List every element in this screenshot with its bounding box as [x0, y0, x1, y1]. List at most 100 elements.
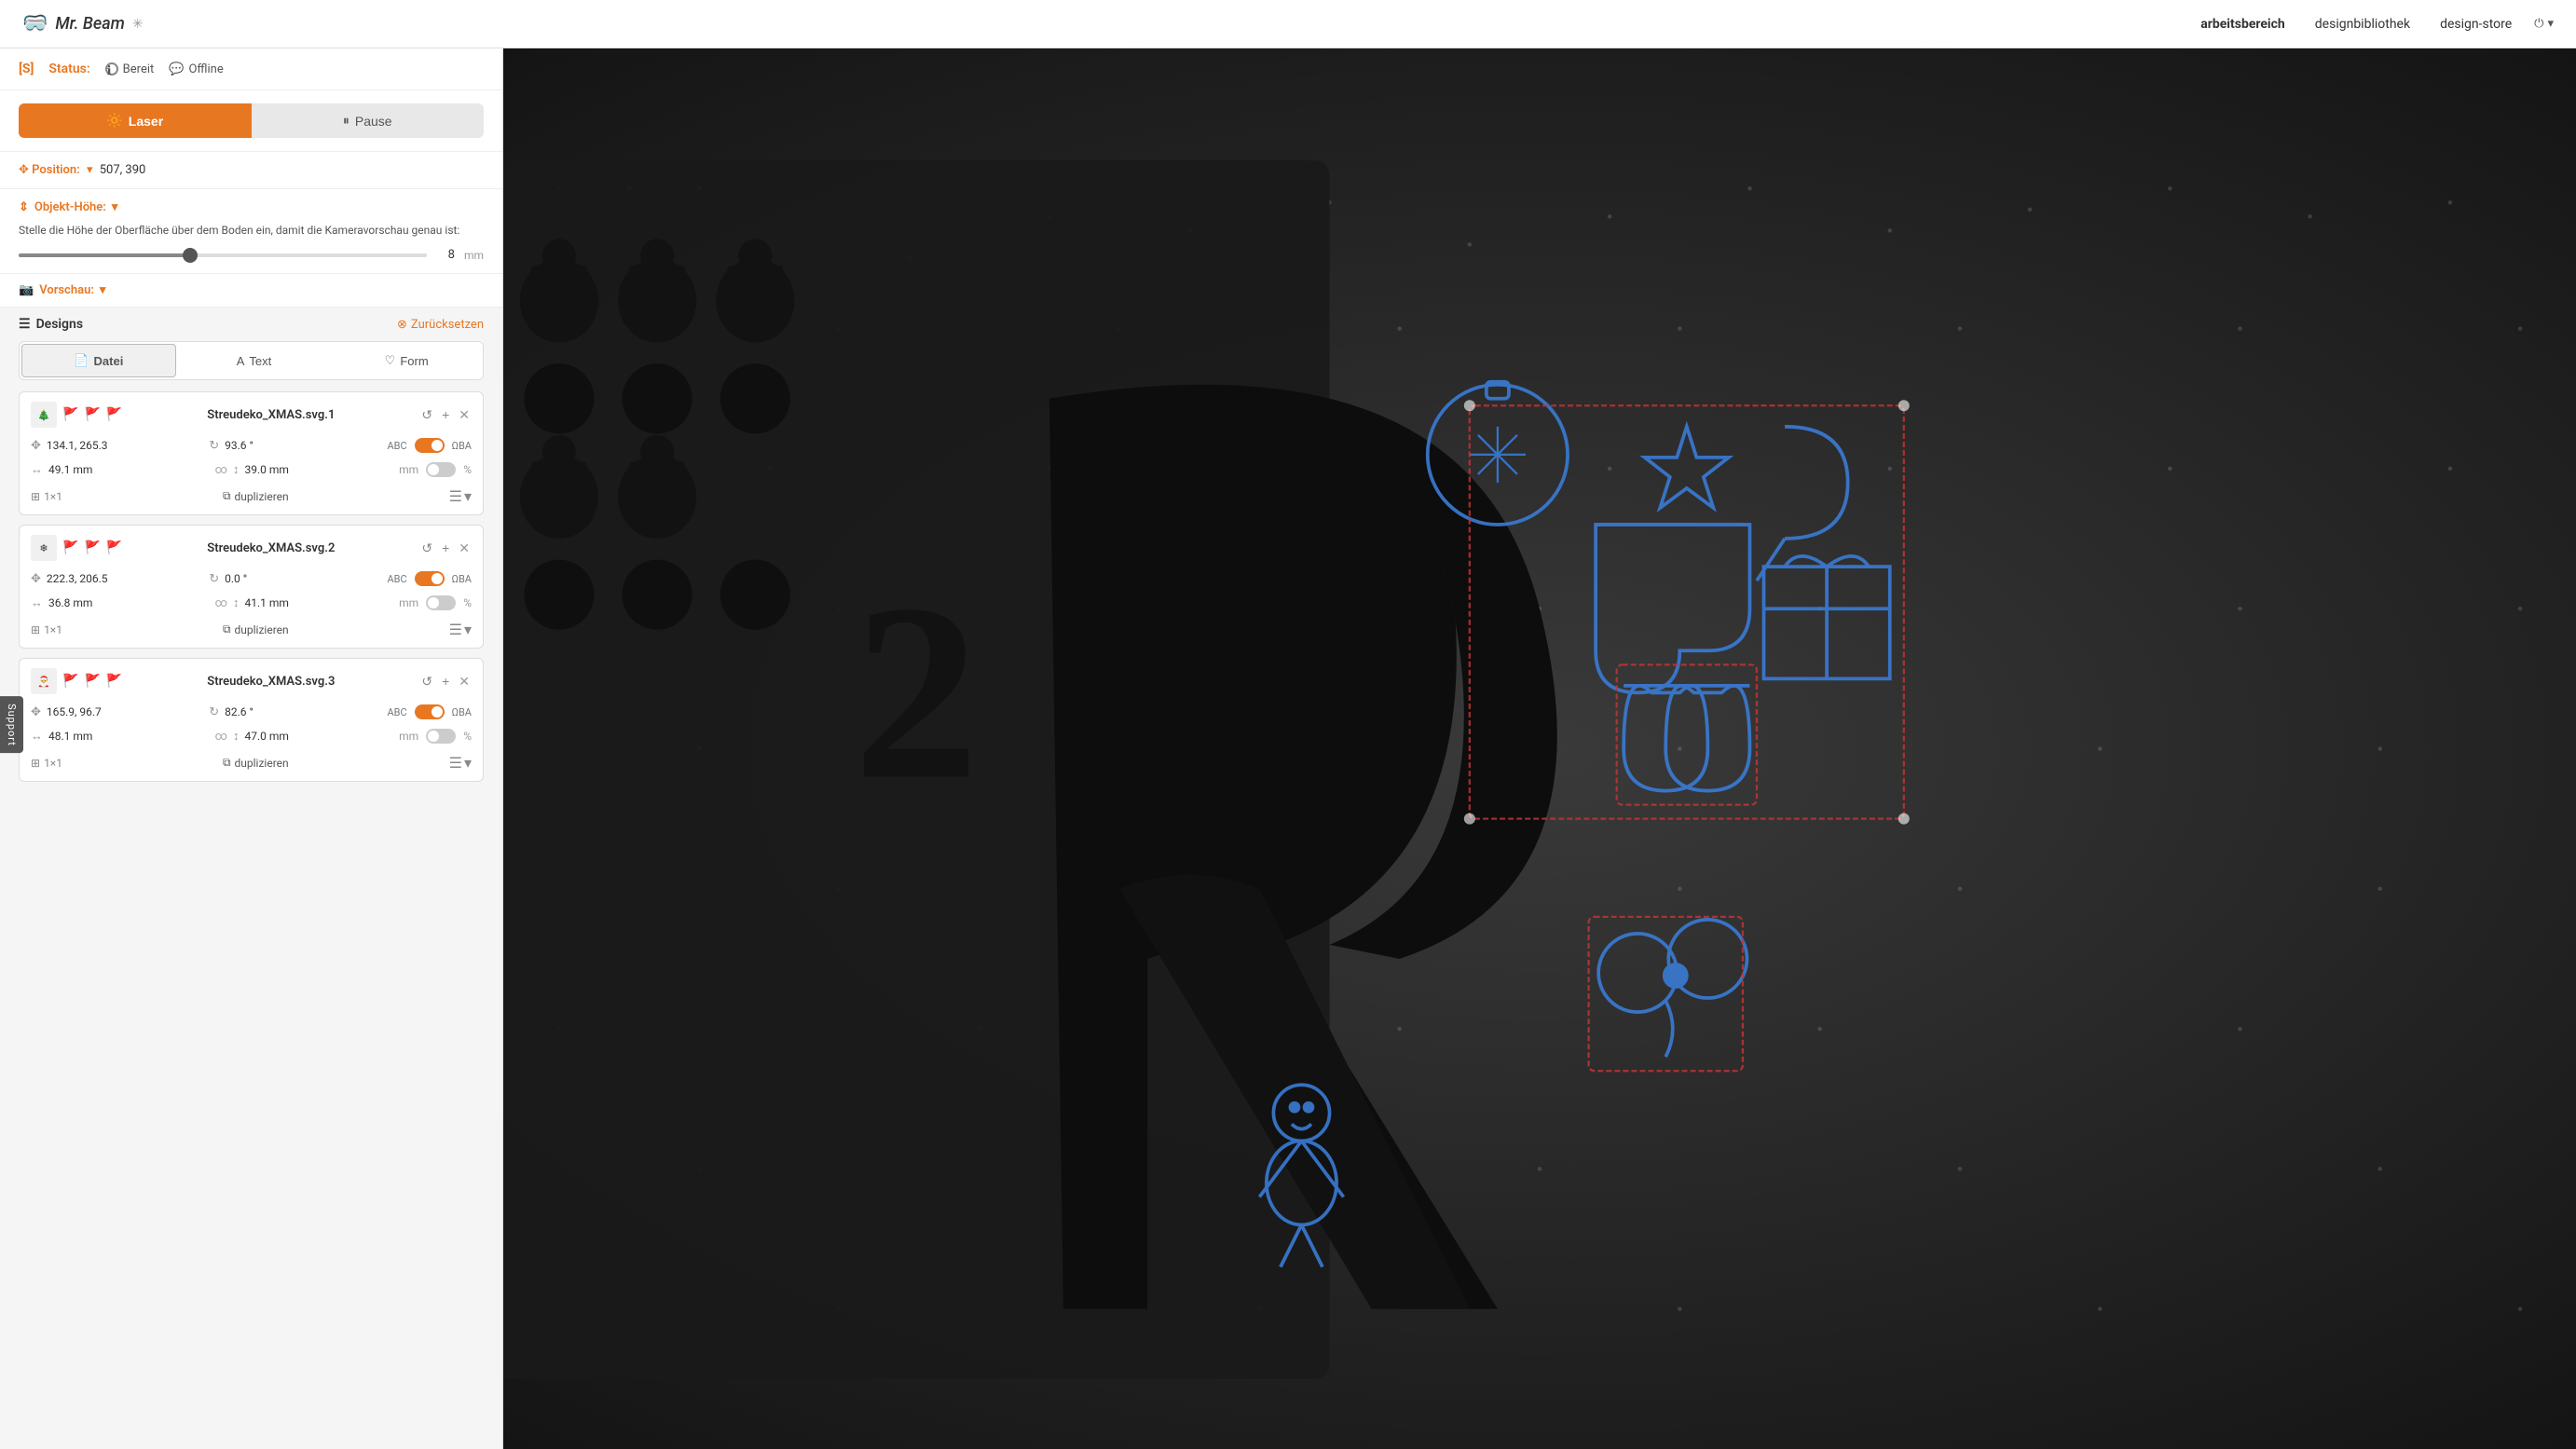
text-icon: A [237, 354, 245, 368]
form-icon: ♡ [385, 353, 396, 368]
datei-icon: 📄 [74, 353, 89, 368]
design-2-flag-3: 🚩 [106, 540, 122, 555]
height-slider-row: 8 mm [19, 248, 484, 262]
design-1-footer: ⊞ 1×1 ⧉ duplizieren ☰ ▾ [31, 487, 472, 505]
design-1-oba-toggle[interactable] [426, 462, 456, 477]
design-2-dup-label: duplizieren [235, 623, 289, 636]
design-3-menu-icon: ☰ [449, 754, 462, 772]
design-2-add-button[interactable]: + [440, 539, 451, 557]
position-chevron[interactable]: ▾ [87, 163, 93, 177]
design-3-grid-val: 1×1 [44, 757, 62, 770]
design-3-menu-chevron: ▾ [464, 754, 472, 772]
position-section: ✥ Position: ▾ 507, 390 [0, 152, 502, 189]
power-button[interactable]: ⏻ ▾ [2534, 17, 2554, 31]
design-2-left-icons: ❄ 🚩 🚩 🚩 [31, 535, 122, 561]
design-1-undo-button[interactable]: ↺ [419, 405, 434, 425]
design-1-rot-group: ↻ 93.6 ° [209, 439, 379, 453]
datei-label: Datei [94, 354, 124, 368]
design-1-props: ✥ 134.1, 265.3 ↻ 93.6 ° ABC ΩBA ↔ [31, 435, 472, 480]
design-1-pos-icon: ✥ [31, 439, 41, 453]
design-3-duplicate-button[interactable]: ⧉ duplizieren [223, 756, 289, 770]
design-1-flag-3: 🚩 [106, 407, 122, 422]
design-2-menu-chevron: ▾ [464, 621, 472, 638]
height-slider[interactable] [19, 253, 427, 257]
design-3-close-button[interactable]: ✕ [457, 672, 472, 691]
design-2-rot-group: ↻ 0.0 ° [209, 572, 379, 586]
design-1-thumb: 🎄 [31, 402, 57, 428]
design-2-footer: ⊞ 1×1 ⧉ duplizieren ☰ ▾ [31, 621, 472, 638]
design-1-abc-toggle[interactable] [415, 438, 445, 453]
zurucksetzen-button[interactable]: ⊗ Zurücksetzen [397, 318, 484, 332]
tab-datei[interactable]: 📄 Datei [21, 344, 176, 377]
design-2-menu-button[interactable]: ☰ ▾ [449, 621, 472, 638]
design-2-size-row: ↔ 36.8 mm ∞ ↕ 41.1 mm mm % [31, 595, 472, 610]
status-offline: 💬 Offline [169, 62, 223, 76]
design-2-abc-toggle[interactable] [415, 571, 445, 586]
design-3-abc-toggle[interactable] [415, 704, 445, 719]
design-1-menu-chevron: ▾ [464, 487, 472, 505]
design-tabs: 📄 Datei A Text ♡ Form [19, 341, 484, 380]
vorschau-button[interactable]: 📷 Vorschau: ▾ [19, 283, 484, 297]
position-value: 507, 390 [100, 163, 146, 177]
nav-designbibliothek[interactable]: designbibliothek [2315, 17, 2410, 32]
status-label: Status: [48, 62, 89, 76]
design-3-thumb: 🎅 [31, 668, 57, 694]
design-2-mm-label: mm [399, 596, 418, 609]
design-1-abc-label: ABC [387, 440, 406, 452]
design-3-flag-2: 🚩 [84, 674, 100, 689]
pause-button[interactable]: ⏸ Pause [252, 103, 485, 138]
design-2-flag-2: 🚩 [84, 540, 100, 555]
tab-form[interactable]: ♡ Form [330, 342, 483, 379]
zurucksetzen-label: Zurücksetzen [411, 318, 484, 332]
designs-label: Designs [36, 317, 83, 332]
design-1-width-val: 49.1 mm [48, 463, 92, 476]
design-1-height-val: 39.0 mm [244, 463, 288, 476]
design-1-rot-val: 93.6 ° [225, 439, 253, 452]
design-3-rot-icon: ↻ [209, 705, 219, 719]
vorschau-label: Vorschau: [39, 283, 94, 297]
design-3-oba-toggle[interactable] [426, 729, 456, 744]
design-1-add-button[interactable]: + [440, 405, 451, 424]
nav-design-store[interactable]: design-store [2440, 17, 2512, 32]
objekt-icon: ⇕ [19, 200, 29, 214]
tab-text[interactable]: A Text [178, 342, 331, 379]
design-3-size-row: ↔ 48.1 mm ∞ ↕ 47.0 mm mm % [31, 729, 472, 744]
design-3-right-icons: ↺ + ✕ [419, 672, 472, 691]
design-1-duplicate-button[interactable]: ⧉ duplizieren [223, 489, 289, 503]
design-3-width-val: 48.1 mm [48, 730, 92, 743]
design-2-grid: ⊞ 1×1 [31, 623, 62, 636]
laser-button[interactable]: 🔆 Laser [19, 103, 252, 138]
design-card-2-header: ❄ 🚩 🚩 🚩 Streudeko_XMAS.svg.2 ↺ + ✕ [31, 535, 472, 561]
design-2-oba-label: ΩBA [452, 573, 472, 585]
design-2-duplicate-button[interactable]: ⧉ duplizieren [223, 622, 289, 636]
design-2-undo-button[interactable]: ↺ [419, 539, 434, 558]
design-3-position-row: ✥ 165.9, 96.7 ↻ 82.6 ° ABC ΩBA [31, 704, 472, 719]
logo-star: ✳ [132, 17, 144, 32]
design-1-mm-label: mm [399, 463, 418, 476]
design-1-grid-val: 1×1 [44, 490, 62, 503]
design-1-size-row: ↔ 49.1 mm ∞ ↕ 39.0 mm mm % [31, 462, 472, 477]
design-1-menu-button[interactable]: ☰ ▾ [449, 487, 472, 505]
design-card-1: 🎄 🚩 🚩 🚩 Streudeko_XMAS.svg.1 ↺ + ✕ [19, 391, 484, 515]
design-2-link-icon: ∞ [215, 596, 227, 610]
design-2-close-button[interactable]: ✕ [457, 539, 472, 558]
slider-value: 8 [436, 248, 455, 262]
design-3-undo-button[interactable]: ↺ [419, 672, 434, 691]
objekt-header[interactable]: ⇕ Objekt-Höhe: ▾ [19, 200, 484, 214]
design-1-close-button[interactable]: ✕ [457, 405, 472, 425]
action-buttons: 🔆 Laser ⏸ Pause [0, 90, 502, 152]
design-2-oba-toggle[interactable] [426, 595, 456, 610]
canvas-area[interactable]: 2 [503, 48, 2576, 1449]
design-1-width-icon: ↔ [31, 462, 43, 477]
logo-text: Mr. Beam [55, 14, 124, 34]
design-1-pos-val: 134.1, 265.3 [47, 439, 108, 452]
design-3-dup-icon: ⧉ [223, 756, 231, 770]
design-3-menu-button[interactable]: ☰ ▾ [449, 754, 472, 772]
design-2-height-val: 41.1 mm [244, 596, 288, 609]
nav-arbeitsbereich[interactable]: arbeitsbereich [2200, 17, 2285, 32]
slider-thumb[interactable] [183, 248, 198, 263]
sidebar: [S] Status: ℹ Bereit 💬 Offline 🔆 Laser ⏸… [0, 48, 503, 1449]
design-2-height-group: ∞ ↕ 41.1 mm [215, 595, 392, 610]
design-3-add-button[interactable]: + [440, 672, 451, 690]
design-3-pct-label: % [463, 730, 472, 743]
